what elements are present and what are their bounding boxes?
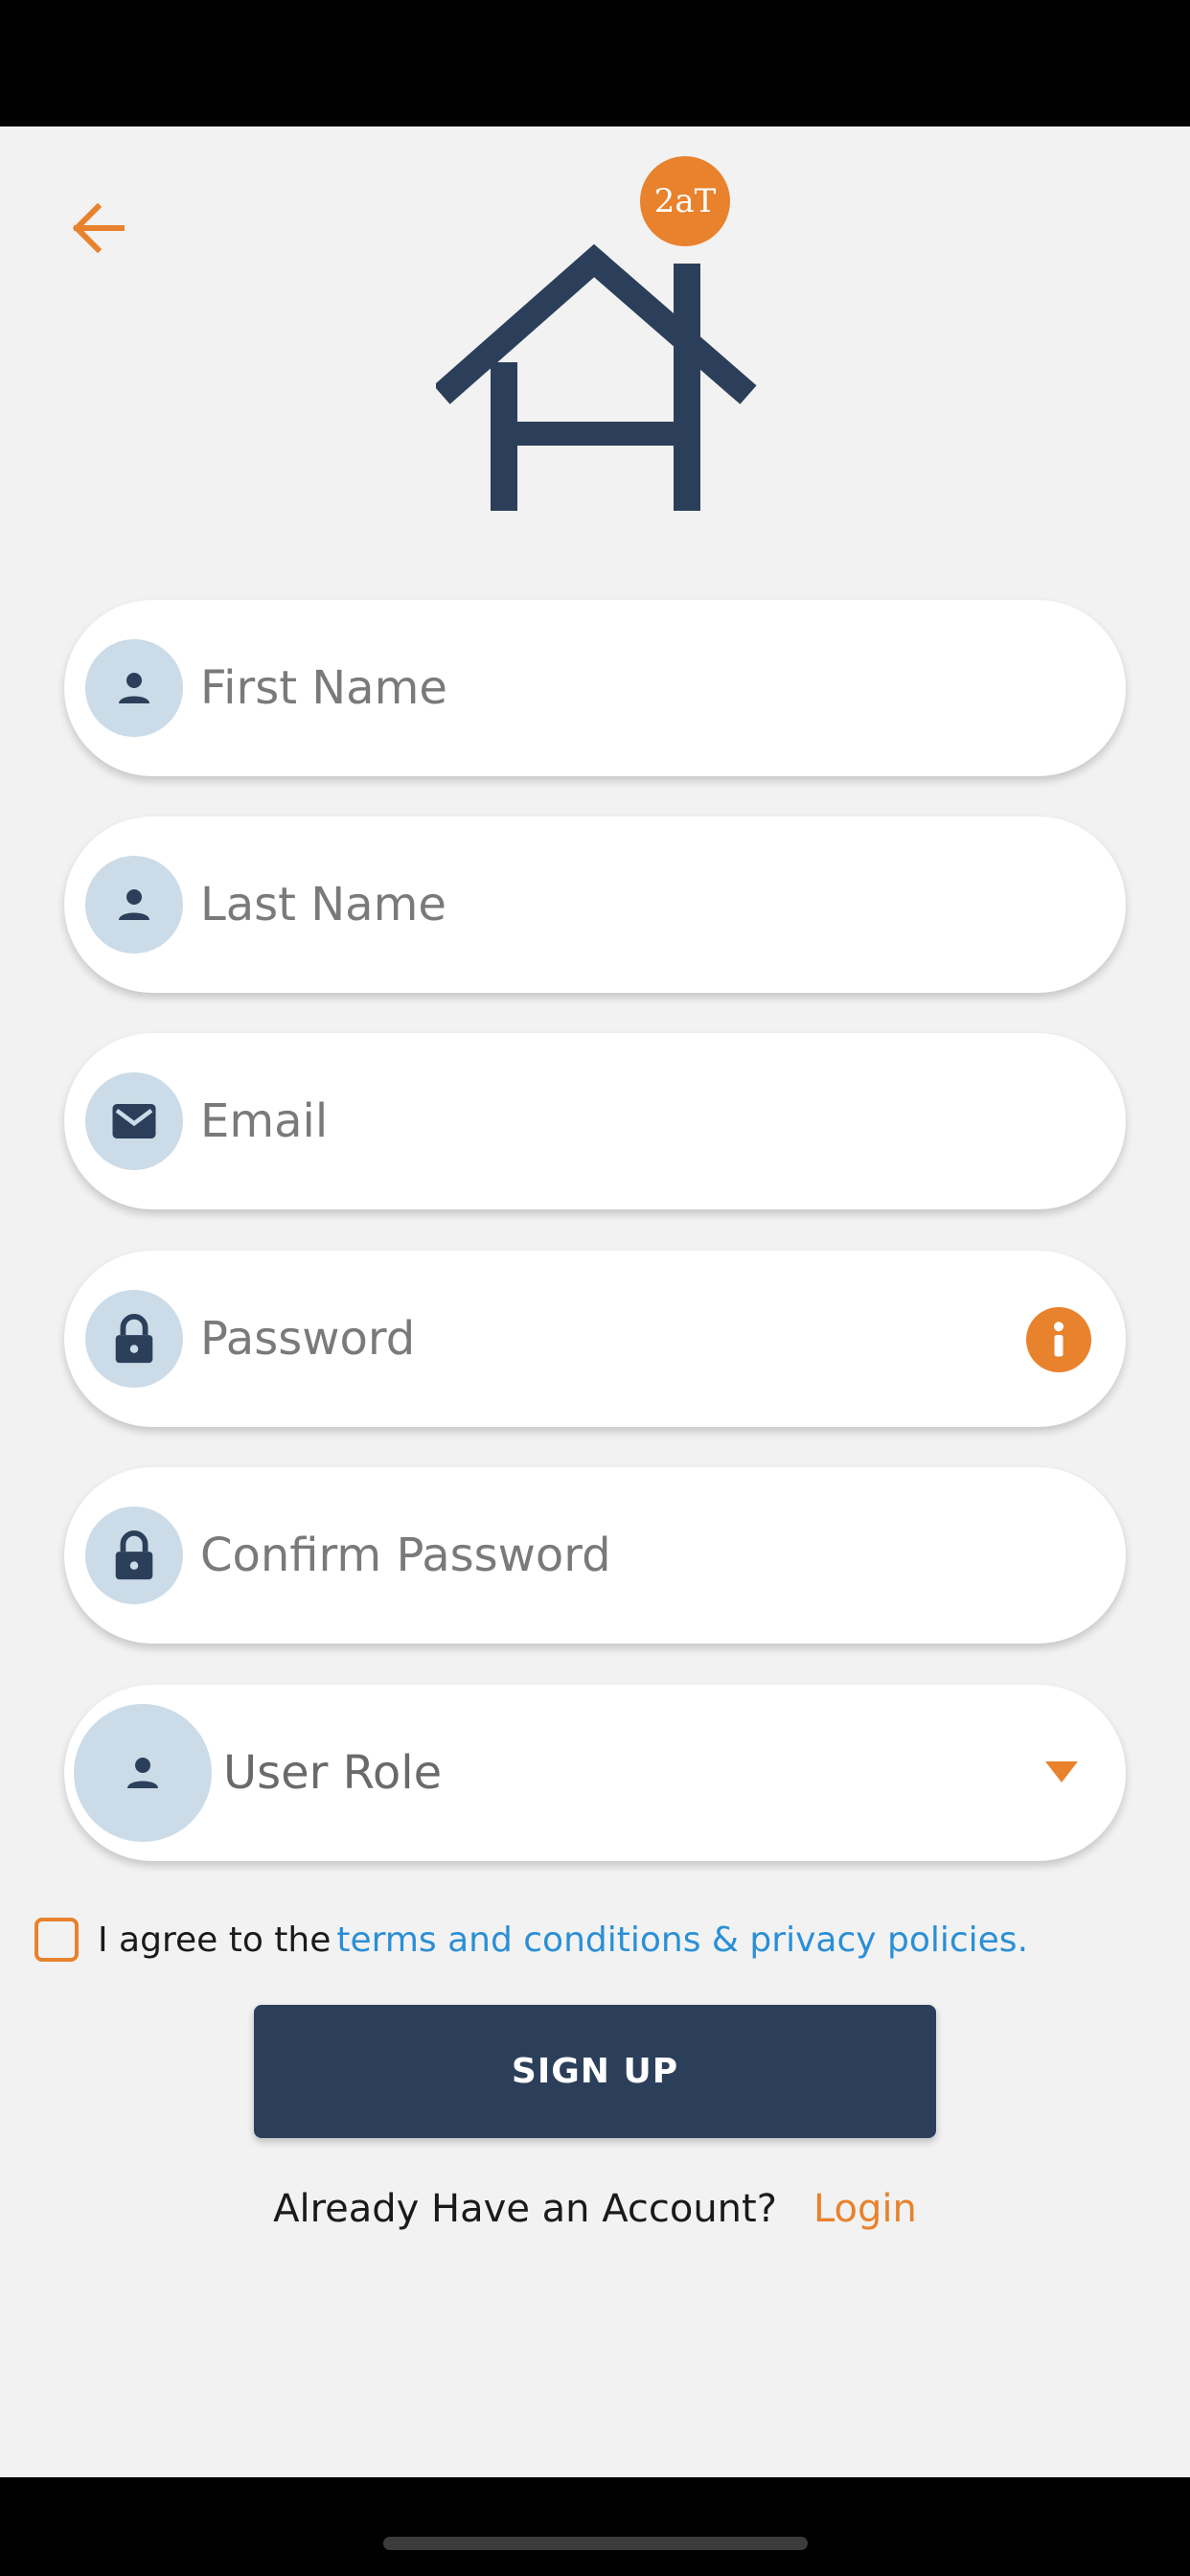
mail-icon	[85, 1072, 183, 1170]
password-field[interactable]	[64, 1251, 1126, 1427]
terms-checkbox[interactable]	[34, 1918, 79, 1962]
terms-row: I agree to the terms and conditions & pr…	[34, 1912, 1028, 1967]
status-bar	[0, 0, 1190, 126]
login-prompt: Already Have an Account?	[273, 2187, 777, 2231]
terms-link[interactable]: terms and conditions & privacy policies.	[336, 1920, 1028, 1960]
sign-up-button[interactable]: SIGN UP	[254, 2005, 936, 2138]
logo-badge: 2aT	[640, 156, 730, 246]
confirm-password-field[interactable]	[64, 1467, 1126, 1644]
navigation-bar	[0, 2477, 1190, 2576]
terms-text: I agree to the	[98, 1920, 332, 1960]
user-role-select[interactable]: User Role	[64, 1685, 1126, 1861]
email-input[interactable]	[200, 1033, 986, 1209]
back-button[interactable]	[59, 192, 136, 264]
person-icon	[85, 856, 183, 954]
last-name-field[interactable]	[64, 816, 1126, 993]
lock-icon	[85, 1506, 183, 1604]
first-name-field[interactable]	[64, 600, 1126, 776]
person-icon	[85, 639, 183, 737]
person-icon	[74, 1704, 212, 1842]
info-icon[interactable]	[1026, 1307, 1091, 1372]
login-row: Already Have an Account? Login	[0, 2175, 1190, 2242]
last-name-input[interactable]	[200, 816, 986, 993]
confirm-password-input[interactable]	[200, 1467, 986, 1644]
user-role-label: User Role	[223, 1746, 443, 1800]
home-indicator[interactable]	[383, 2537, 808, 2550]
email-field[interactable]	[64, 1033, 1126, 1209]
arrow-left-icon	[72, 202, 125, 253]
password-input[interactable]	[200, 1251, 986, 1427]
first-name-input[interactable]	[200, 600, 986, 776]
lock-icon	[85, 1290, 183, 1388]
login-link[interactable]: Login	[813, 2187, 917, 2231]
caret-down-icon[interactable]	[1045, 1761, 1078, 1782]
